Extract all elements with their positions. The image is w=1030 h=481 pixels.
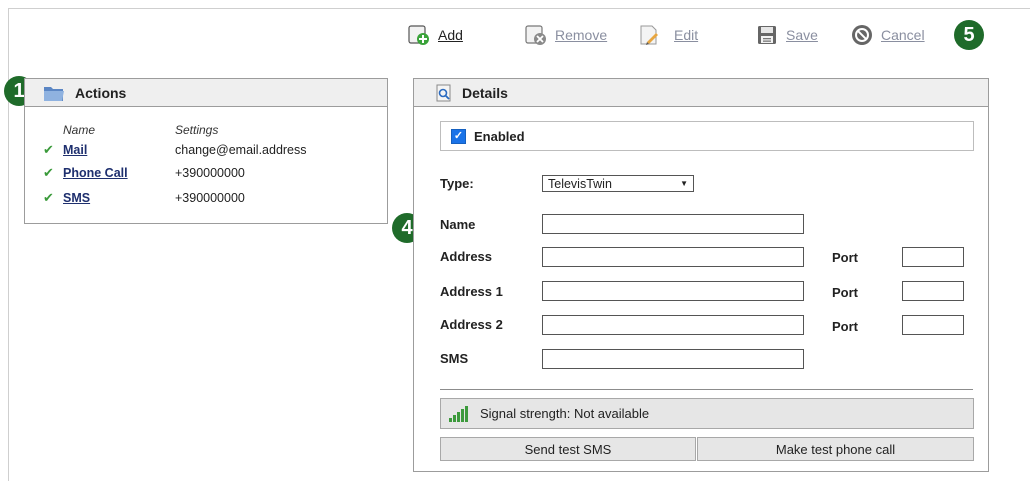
cancel-button[interactable]: Cancel: [851, 22, 925, 48]
add-icon: [408, 25, 429, 45]
edit-label: Edit: [674, 27, 699, 43]
action-row-mail[interactable]: ✔ Mail change@email.address: [43, 141, 307, 159]
action-settings: +390000000: [175, 191, 245, 205]
column-header-settings: Settings: [175, 123, 219, 137]
address-label: Address: [440, 249, 493, 264]
type-label: Type:: [440, 176, 474, 191]
action-name-link[interactable]: Phone Call: [63, 166, 175, 180]
magnifier-document-icon: [436, 84, 451, 101]
address-input[interactable]: [542, 247, 804, 267]
details-panel: Details ✓ Enabled Type: TelevisTwin ▼ Na…: [413, 78, 989, 472]
port1-label: Port: [832, 285, 858, 300]
details-title: Details: [462, 84, 508, 101]
send-test-sms-button[interactable]: Send test SMS: [440, 437, 696, 461]
port2-label: Port: [832, 319, 858, 334]
signal-strength-bar: Signal strength: Not available: [440, 398, 974, 429]
edit-icon: [640, 25, 658, 45]
save-button[interactable]: Save: [756, 22, 818, 48]
add-label: Add: [438, 27, 463, 43]
folder-icon: [44, 86, 64, 101]
action-settings: +390000000: [175, 166, 245, 180]
type-select-value: TelevisTwin: [548, 176, 612, 191]
enabled-group: ✓ Enabled: [440, 121, 974, 151]
divider: [440, 389, 973, 390]
address1-input[interactable]: [542, 281, 804, 301]
column-header-name: Name: [63, 123, 96, 137]
actions-header: Actions: [25, 79, 387, 107]
remove-button[interactable]: Remove: [525, 22, 607, 48]
port2-input[interactable]: [902, 315, 964, 335]
make-test-phone-call-button[interactable]: Make test phone call: [697, 437, 974, 461]
add-button[interactable]: Add: [408, 22, 463, 48]
enabled-label: Enabled: [474, 128, 525, 144]
signal-strength-text: Signal strength: Not available: [480, 406, 650, 421]
actions-panel: Actions Name Settings ✔ Mail change@emai…: [24, 78, 388, 224]
cancel-icon: [852, 25, 872, 45]
chevron-down-icon: ▼: [680, 179, 688, 188]
save-icon: [758, 26, 776, 44]
name-input[interactable]: [542, 214, 804, 234]
enabled-checkbox[interactable]: ✓: [451, 128, 466, 144]
actions-title: Actions: [75, 84, 127, 101]
action-name-link[interactable]: SMS: [63, 191, 175, 205]
signal-strength-icon: [449, 405, 468, 422]
sms-input[interactable]: [542, 349, 804, 369]
cancel-label: Cancel: [881, 27, 925, 43]
remove-icon: [525, 25, 546, 45]
action-name-link[interactable]: Mail: [63, 143, 175, 157]
port-input[interactable]: [902, 247, 964, 267]
address1-label: Address 1: [440, 284, 503, 299]
action-settings: change@email.address: [175, 143, 307, 157]
remove-label: Remove: [555, 27, 608, 43]
sms-label: SMS: [440, 351, 469, 366]
frame-top-border: [8, 8, 1030, 9]
check-icon: ✔: [43, 190, 54, 205]
callout-badge-5: 5: [954, 20, 984, 50]
port1-input[interactable]: [902, 281, 964, 301]
check-icon: ✔: [43, 142, 54, 157]
check-icon: ✔: [43, 165, 54, 180]
edit-button[interactable]: Edit: [638, 22, 698, 48]
action-row-sms[interactable]: ✔ SMS +390000000: [43, 189, 245, 207]
action-row-phone-call[interactable]: ✔ Phone Call +390000000: [43, 164, 245, 182]
details-header: Details: [414, 79, 988, 107]
address2-input[interactable]: [542, 315, 804, 335]
address2-label: Address 2: [440, 317, 503, 332]
port-label: Port: [832, 250, 858, 265]
name-label: Name: [440, 217, 476, 232]
type-select[interactable]: TelevisTwin ▼: [542, 175, 694, 192]
save-label: Save: [786, 27, 818, 43]
